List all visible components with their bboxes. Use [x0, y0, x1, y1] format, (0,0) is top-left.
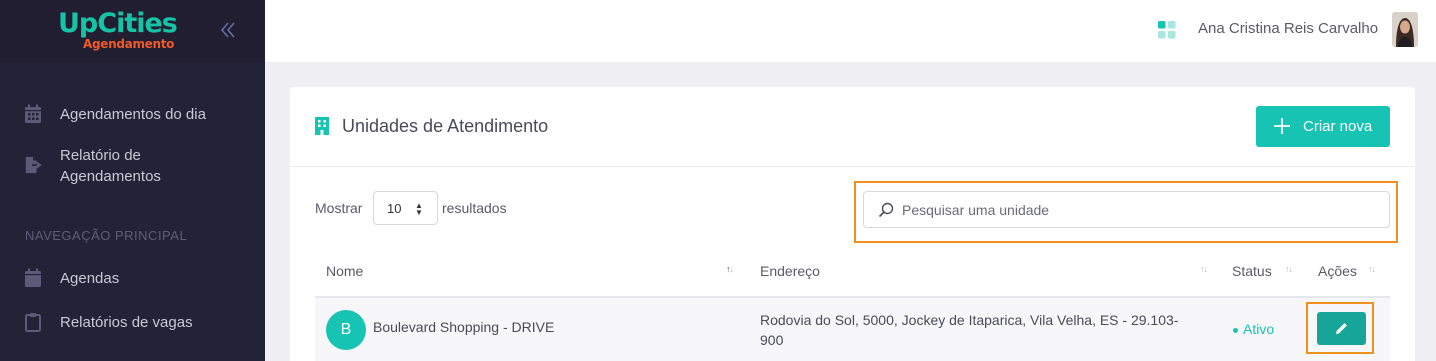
unit-avatar: B: [326, 310, 366, 350]
search-field[interactable]: [863, 191, 1390, 228]
sidebar-item-agendamentos-do-dia[interactable]: Agendamentos do dia: [0, 100, 265, 128]
sidebar-item-label: Agendamentos do dia: [60, 106, 206, 123]
logo-subtitle: Agendamento: [83, 37, 175, 51]
sort-icon[interactable]: ↑↓: [726, 264, 734, 274]
card-title: Unidades de Atendimento: [342, 116, 549, 136]
card-header: Unidades de Atendimento Criar nova: [290, 87, 1415, 167]
sidebar-item-label: Relatórios de vagas: [60, 314, 193, 331]
sidebar: UpCities Agendamento Agendamentos do dia…: [0, 0, 265, 361]
logo[interactable]: UpCities Agendamento: [58, 8, 178, 54]
sidebar-item-agendas[interactable]: Agendas: [0, 264, 265, 292]
select-arrows-icon: ▲ ▼: [415, 201, 423, 217]
status-badge: Ativo: [1243, 321, 1275, 337]
sort-icon[interactable]: ↑↓: [1285, 264, 1293, 274]
user-photo: [1392, 12, 1418, 47]
column-header-status[interactable]: Status: [1232, 263, 1272, 279]
table-row: B Boulevard Shopping - DRIVE Rodovia do …: [315, 298, 1390, 361]
sidebar-item-label: Agendas: [60, 270, 120, 287]
sidebar-item-relatorio-agendamentos[interactable]: Relatório de Agendamentos: [0, 144, 265, 190]
page-size-value: 10: [387, 201, 402, 216]
sort-icon[interactable]: ↑↓: [1368, 264, 1376, 274]
pencil-icon: [1336, 323, 1347, 334]
brand-area: UpCities Agendamento: [0, 0, 265, 62]
units-card: Unidades de Atendimento Criar nova Mostr…: [290, 87, 1415, 361]
edit-button[interactable]: [1317, 312, 1366, 345]
search-input[interactable]: [902, 200, 1372, 220]
unit-address: Rodovia do Sol, 5000, Jockey de Itaparic…: [760, 312, 1179, 348]
apps-grid-icon[interactable]: [1158, 21, 1176, 39]
logo-name: UpCities: [58, 8, 178, 39]
status-dot-icon: [1233, 328, 1238, 333]
sidebar-item-relatorios-de-vagas[interactable]: Relatórios de vagas: [0, 308, 265, 336]
column-header-address[interactable]: Endereço: [760, 263, 820, 279]
calendar-icon: [25, 268, 41, 287]
create-new-button[interactable]: Criar nova: [1256, 106, 1390, 147]
column-header-name[interactable]: Nome: [326, 263, 363, 279]
building-icon: [315, 117, 329, 135]
plus-icon: [1274, 118, 1290, 134]
double-chevron-left-icon: [220, 22, 235, 38]
clipboard-icon: [25, 313, 41, 332]
search-icon: [878, 202, 894, 218]
sidebar-item-label: Relatório de Agendamentos: [60, 147, 161, 185]
unit-name: Boulevard Shopping - DRIVE: [373, 319, 555, 335]
file-export-icon: [25, 156, 42, 174]
user-avatar[interactable]: [1392, 12, 1418, 47]
page-size-select[interactable]: 10 ▲ ▼: [373, 191, 438, 225]
user-name[interactable]: Ana Cristina Reis Carvalho: [1198, 20, 1378, 37]
create-new-label: Criar nova: [1303, 118, 1373, 135]
column-header-actions[interactable]: Ações: [1318, 263, 1357, 279]
topbar: Ana Cristina Reis Carvalho: [265, 0, 1436, 62]
results-label: resultados: [442, 200, 507, 216]
sort-icon[interactable]: ↑↓: [1200, 264, 1208, 274]
calendar-grid-icon: [25, 104, 41, 123]
show-label: Mostrar: [315, 200, 363, 216]
nav-section-title: NAVEGAÇÃO PRINCIPAL: [25, 228, 188, 243]
collapse-sidebar-button[interactable]: [216, 18, 240, 42]
